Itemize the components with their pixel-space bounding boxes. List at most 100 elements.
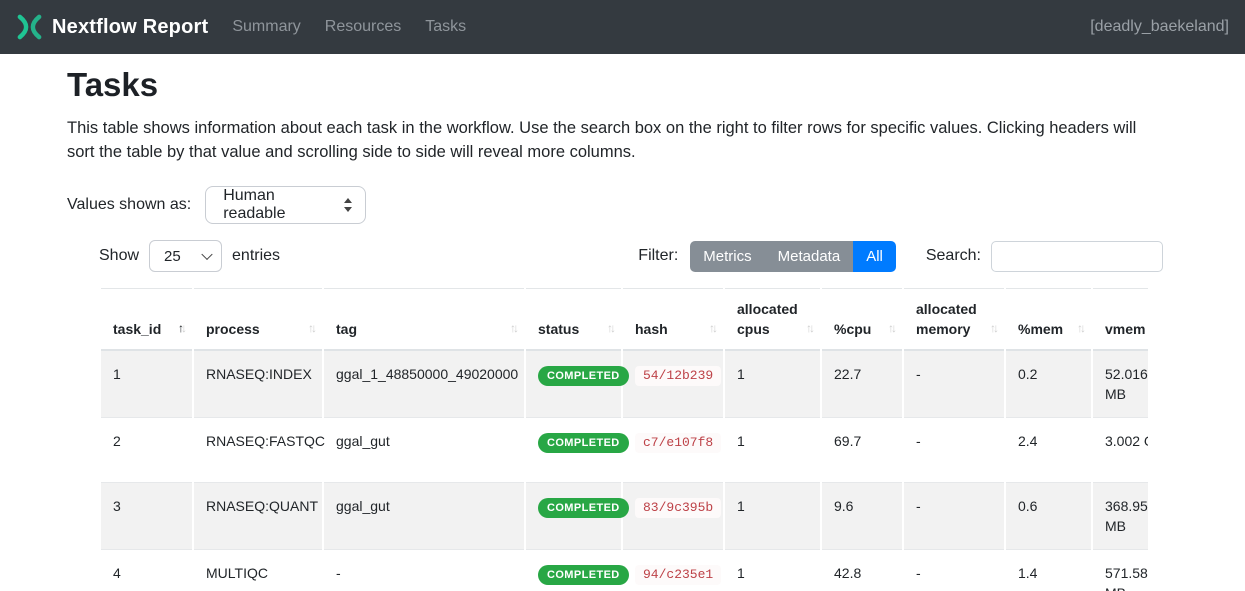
cell-tag: ggal_1_48850000_49020000 bbox=[324, 351, 524, 417]
cell-pmem: 0.6 bbox=[1006, 482, 1091, 549]
cell-hash: 94/c235e1 bbox=[623, 549, 723, 591]
cell-pmem: 2.4 bbox=[1006, 417, 1091, 482]
cell-allocated-cpus: 1 bbox=[725, 482, 820, 549]
status-badge: COMPLETED bbox=[538, 433, 629, 453]
cell-tag: ggal_gut bbox=[324, 417, 524, 482]
sort-icon: ↑↓ bbox=[510, 318, 516, 338]
table-row[interactable]: 2 RNASEQ:FASTQC ggal_gut COMPLETED c7/e1… bbox=[101, 417, 1148, 482]
cell-allocated-memory: - bbox=[904, 482, 1004, 549]
cell-vmem: 3.002 GB bbox=[1093, 417, 1148, 482]
cell-allocated-memory: - bbox=[904, 549, 1004, 591]
cell-task-id: 4 bbox=[101, 549, 192, 591]
column-header-vmem[interactable]: vmem bbox=[1093, 288, 1148, 351]
nav-links: Summary Resources Tasks bbox=[232, 18, 466, 36]
show-label: Show bbox=[99, 247, 139, 265]
column-header-pcpu[interactable]: %cpu↑↓ bbox=[822, 288, 902, 351]
sort-icon: ↑↓ bbox=[178, 318, 184, 338]
cell-tag: - bbox=[324, 549, 524, 591]
sort-icon: ↑↓ bbox=[607, 318, 613, 338]
cell-task-id: 3 bbox=[101, 482, 192, 549]
search-label: Search: bbox=[926, 247, 981, 265]
values-shown-select[interactable]: Human readable bbox=[205, 186, 366, 224]
entries-label: entries bbox=[232, 247, 280, 265]
sort-icon: ↑↓ bbox=[888, 318, 894, 338]
brand[interactable]: Nextflow Report bbox=[16, 14, 208, 40]
nav-item-summary[interactable]: Summary bbox=[232, 18, 300, 36]
column-header-pmem[interactable]: %mem↑↓ bbox=[1006, 288, 1091, 351]
cell-status: COMPLETED bbox=[526, 482, 621, 549]
table-toolbar: Show 25 entries Filter: Metrics Metadata… bbox=[99, 240, 1163, 272]
page-title: Tasks bbox=[67, 66, 1163, 104]
cell-hash: 83/9c395b bbox=[623, 482, 723, 549]
filter-button-all[interactable]: All bbox=[853, 241, 896, 272]
cell-status: COMPLETED bbox=[526, 417, 621, 482]
cell-pcpu: 42.8 bbox=[822, 549, 902, 591]
table-row[interactable]: 4 MULTIQC - COMPLETED 94/c235e1 1 42.8 -… bbox=[101, 549, 1148, 591]
cell-pmem: 0.2 bbox=[1006, 351, 1091, 417]
cell-allocated-memory: - bbox=[904, 351, 1004, 417]
filter-label: Filter: bbox=[638, 247, 678, 265]
status-badge: COMPLETED bbox=[538, 565, 629, 585]
hash-chip: 54/12b239 bbox=[635, 366, 721, 386]
cell-process: RNASEQ:QUANT bbox=[194, 482, 322, 549]
filter-group: Filter: Metrics Metadata All bbox=[638, 241, 896, 272]
cell-task-id: 2 bbox=[101, 417, 192, 482]
values-shown-selected: Human readable bbox=[223, 187, 331, 223]
sort-icon: ↑↓ bbox=[1077, 318, 1083, 338]
table-scroll-container[interactable]: task_id↑↓ process↑↓ tag↑↓ status↑↓ hash↑… bbox=[99, 288, 1148, 591]
status-badge: COMPLETED bbox=[538, 366, 629, 386]
column-header-process[interactable]: process↑↓ bbox=[194, 288, 322, 351]
nextflow-logo-icon bbox=[16, 14, 43, 40]
hash-chip: 83/9c395b bbox=[635, 498, 721, 518]
column-header-tag[interactable]: tag↑↓ bbox=[324, 288, 524, 351]
cell-process: RNASEQ:INDEX bbox=[194, 351, 322, 417]
navbar: Nextflow Report Summary Resources Tasks … bbox=[0, 0, 1245, 54]
search-group: Search: bbox=[926, 241, 1163, 272]
table-row[interactable]: 3 RNASEQ:QUANT ggal_gut COMPLETED 83/9c3… bbox=[101, 482, 1148, 549]
hash-chip: c7/e107f8 bbox=[635, 433, 721, 453]
table-row[interactable]: 1 RNASEQ:INDEX ggal_1_48850000_49020000 … bbox=[101, 351, 1148, 417]
cell-status: COMPLETED bbox=[526, 549, 621, 591]
updown-arrows-icon bbox=[344, 198, 353, 212]
column-header-allocated-cpus[interactable]: allocated cpus↑↓ bbox=[725, 288, 820, 351]
cell-allocated-cpus: 1 bbox=[725, 417, 820, 482]
column-header-hash[interactable]: hash↑↓ bbox=[623, 288, 723, 351]
cell-allocated-cpus: 1 bbox=[725, 549, 820, 591]
sort-icon: ↑↓ bbox=[709, 318, 715, 338]
cell-allocated-memory: - bbox=[904, 417, 1004, 482]
cell-pcpu: 69.7 bbox=[822, 417, 902, 482]
sort-icon: ↑↓ bbox=[806, 318, 812, 338]
cell-allocated-cpus: 1 bbox=[725, 351, 820, 417]
cell-vmem: 52.016 MB bbox=[1093, 351, 1148, 417]
chevron-down-icon bbox=[201, 249, 212, 260]
cell-pmem: 1.4 bbox=[1006, 549, 1091, 591]
cell-tag: ggal_gut bbox=[324, 482, 524, 549]
table-header-row: task_id↑↓ process↑↓ tag↑↓ status↑↓ hash↑… bbox=[101, 288, 1148, 351]
filter-button-metadata[interactable]: Metadata bbox=[765, 241, 854, 272]
hash-chip: 94/c235e1 bbox=[635, 565, 721, 585]
show-entries-group: Show 25 entries bbox=[99, 240, 280, 272]
nav-item-tasks[interactable]: Tasks bbox=[425, 18, 466, 36]
filter-button-metrics[interactable]: Metrics bbox=[690, 241, 764, 272]
page-content: Tasks This table shows information about… bbox=[0, 54, 1245, 591]
cell-hash: c7/e107f8 bbox=[623, 417, 723, 482]
cell-pcpu: 22.7 bbox=[822, 351, 902, 417]
brand-title: Nextflow Report bbox=[52, 16, 208, 39]
sort-icon: ↑↓ bbox=[990, 318, 996, 338]
column-header-status[interactable]: status↑↓ bbox=[526, 288, 621, 351]
run-name: [deadly_baekeland] bbox=[1090, 18, 1229, 36]
cell-pcpu: 9.6 bbox=[822, 482, 902, 549]
search-input[interactable] bbox=[991, 241, 1163, 272]
page-length-select[interactable]: 25 bbox=[149, 240, 222, 272]
cell-vmem: 368.95 MB bbox=[1093, 482, 1148, 549]
nav-item-resources[interactable]: Resources bbox=[325, 18, 401, 36]
column-header-allocated-memory[interactable]: allocated memory↑↓ bbox=[904, 288, 1004, 351]
cell-process: MULTIQC bbox=[194, 549, 322, 591]
values-shown-label: Values shown as: bbox=[67, 196, 191, 214]
tasks-table: task_id↑↓ process↑↓ tag↑↓ status↑↓ hash↑… bbox=[99, 288, 1148, 591]
page-description: This table shows information about each … bbox=[67, 116, 1163, 164]
values-shown-row: Values shown as: Human readable bbox=[67, 186, 1163, 224]
datatable-area: Show 25 entries Filter: Metrics Metadata… bbox=[99, 240, 1163, 591]
column-header-task-id[interactable]: task_id↑↓ bbox=[101, 288, 192, 351]
sort-icon: ↑↓ bbox=[308, 318, 314, 338]
